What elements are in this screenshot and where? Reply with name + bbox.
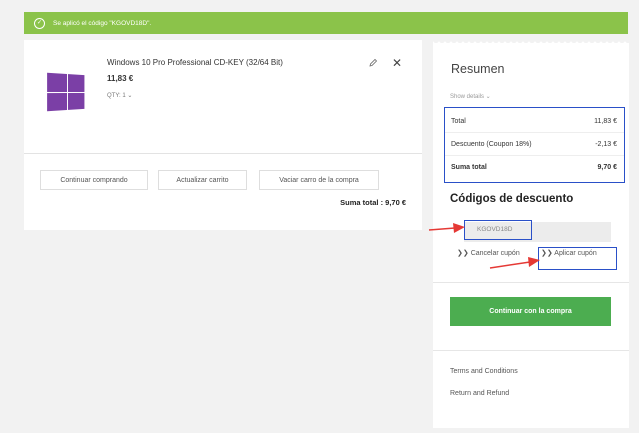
product-thumbnail[interactable]	[40, 56, 98, 114]
discount-value: -2,13 €	[595, 140, 617, 148]
terms-link[interactable]: Terms and Conditions	[450, 368, 518, 375]
product-price: 11,83 €	[107, 74, 134, 83]
divider	[445, 132, 624, 133]
update-cart-button[interactable]: Actualizar carrito	[158, 170, 247, 190]
success-banner: ✓ Se aplicó el código "KGOVD18D".	[24, 12, 628, 34]
show-details-toggle[interactable]: Show details ⌄	[450, 93, 491, 100]
banner-message: Se aplicó el código "KGOVD18D".	[53, 19, 152, 27]
discount-label: Descuento (Coupon 18%)	[451, 140, 532, 148]
discount-codes-heading: Códigos de descuento	[450, 193, 574, 205]
divider	[24, 153, 422, 154]
continue-shopping-button[interactable]: Continuar comprando	[40, 170, 148, 190]
wavy-edge	[433, 40, 629, 46]
cart-panel: Windows 10 Pro Professional CD-KEY (32/6…	[24, 40, 422, 230]
empty-cart-button[interactable]: Vaciar carro de la compra	[259, 170, 379, 190]
grand-total-label: Suma total	[451, 163, 487, 171]
summary-sidebar: Resumen Show details ⌄ Total 11,83 € Des…	[433, 40, 629, 428]
product-title[interactable]: Windows 10 Pro Professional CD-KEY (32/6…	[107, 58, 283, 67]
windows-logo-icon	[47, 72, 85, 112]
total-value: 11,83 €	[594, 117, 617, 125]
double-chevron-icon: ❯❯	[457, 250, 469, 257]
total-row: Total 11,83 €	[451, 114, 617, 128]
divider	[433, 282, 629, 283]
cancel-coupon-label: Cancelar cupón	[470, 250, 520, 257]
close-icon[interactable]: ✕	[392, 57, 402, 69]
quantity-selector[interactable]: QTY: 1 ⌄	[107, 92, 132, 99]
totals-box: Total 11,83 € Descuento (Coupon 18%) -2,…	[444, 107, 625, 183]
checkout-button[interactable]: Continuar con la compra	[450, 297, 611, 326]
coupon-input-value: KGOVD18D	[477, 226, 513, 233]
cancel-coupon-link[interactable]: ❯❯ Cancelar cupón	[457, 249, 520, 257]
total-label: Total	[451, 117, 466, 125]
summary-title: Resumen	[451, 62, 505, 76]
pencil-icon[interactable]	[368, 58, 378, 68]
divider	[433, 350, 629, 351]
discount-row: Descuento (Coupon 18%) -2,13 €	[451, 137, 617, 151]
cart-subtotal: Suma total : 9,70 €	[340, 198, 406, 207]
grand-total-row: Suma total 9,70 €	[451, 160, 617, 174]
apply-highlight-box	[538, 247, 617, 270]
return-refund-link[interactable]: Return and Refund	[450, 390, 509, 397]
divider	[445, 155, 624, 156]
check-circle-icon: ✓	[34, 17, 45, 29]
grand-total-value: 9,70 €	[597, 163, 617, 171]
